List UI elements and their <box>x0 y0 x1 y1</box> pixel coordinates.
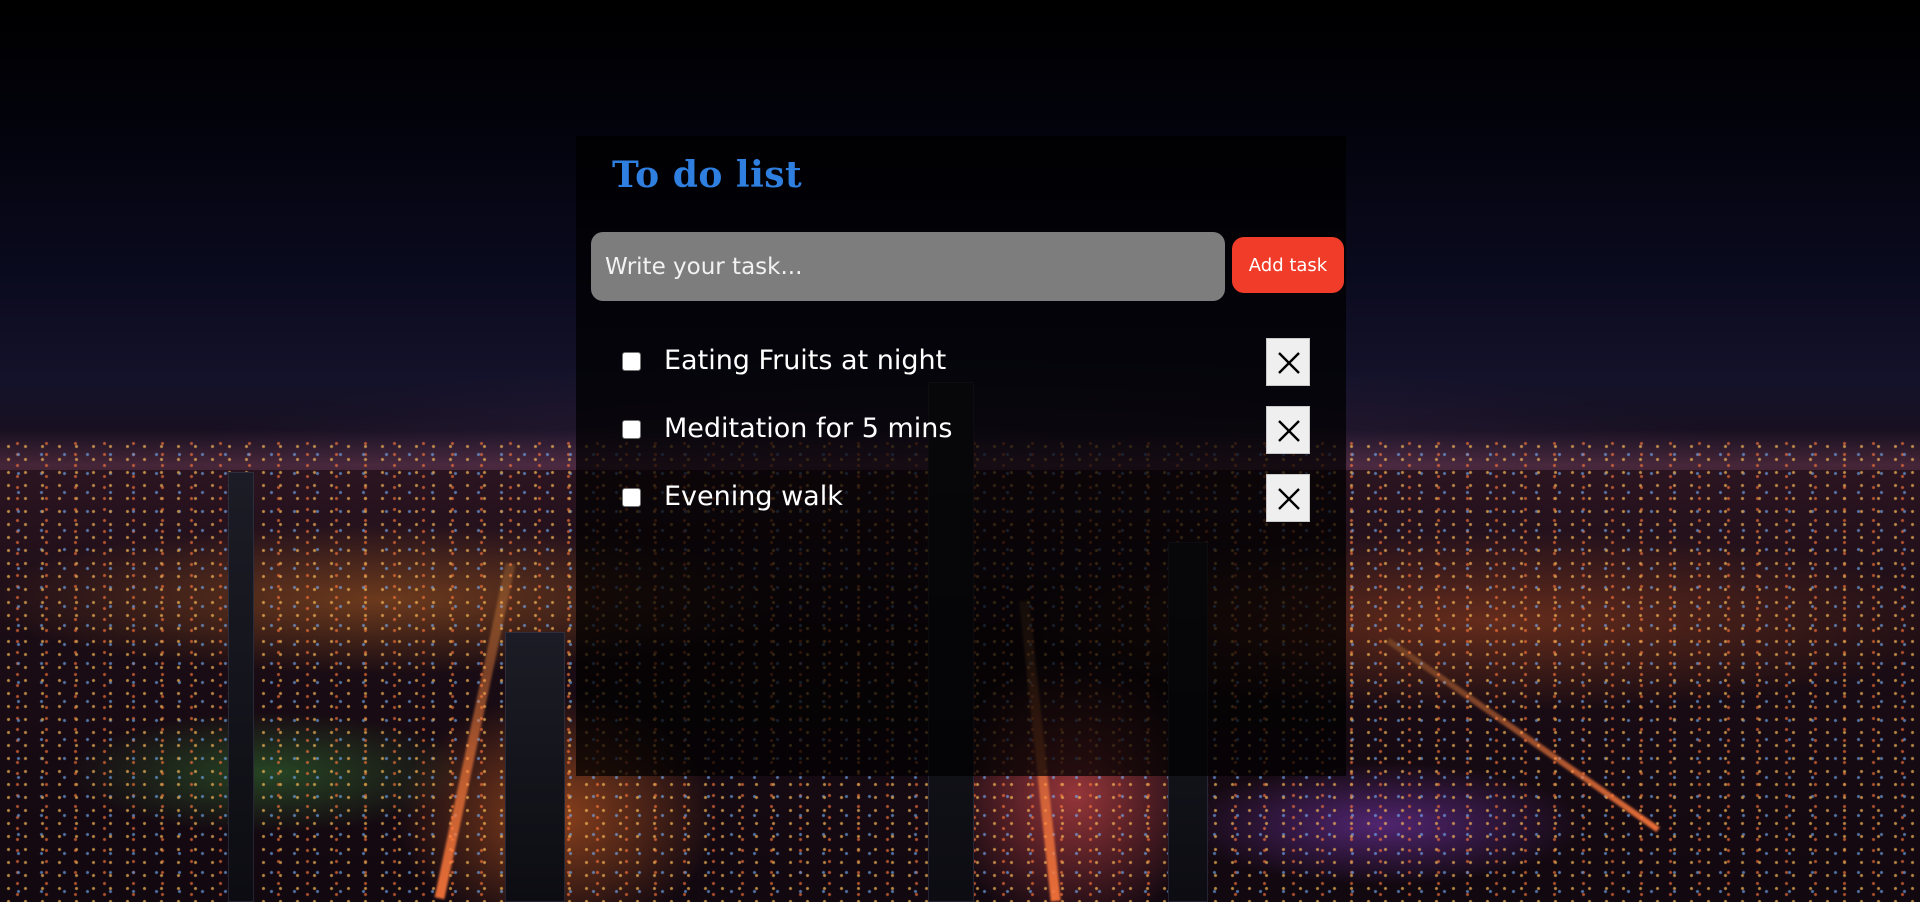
task-item: Evening walk <box>576 464 1346 532</box>
task-list: Eating Fruits at night Meditation for 5 … <box>576 328 1346 532</box>
task-item: Meditation for 5 mins <box>576 396 1346 464</box>
close-icon <box>1278 420 1300 442</box>
task-checkbox[interactable] <box>622 420 641 439</box>
add-task-button[interactable]: Add task <box>1232 237 1344 293</box>
task-input[interactable] <box>591 232 1225 301</box>
task-item: Eating Fruits at night <box>576 328 1346 396</box>
delete-task-button[interactable] <box>1266 406 1310 454</box>
delete-task-button[interactable] <box>1266 338 1310 386</box>
task-text: Eating Fruits at night <box>664 345 947 376</box>
task-text: Meditation for 5 mins <box>664 413 953 444</box>
skyscraper <box>505 632 565 902</box>
task-text: Evening walk <box>664 481 843 512</box>
skyscraper <box>228 472 254 902</box>
delete-task-button[interactable] <box>1266 474 1310 522</box>
task-checkbox[interactable] <box>622 352 641 371</box>
page-title: To do list <box>612 154 803 196</box>
task-checkbox[interactable] <box>622 488 641 507</box>
todo-panel: To do list Add task Eating Fruits at nig… <box>576 136 1346 776</box>
close-icon <box>1278 352 1300 374</box>
close-icon <box>1278 488 1300 510</box>
